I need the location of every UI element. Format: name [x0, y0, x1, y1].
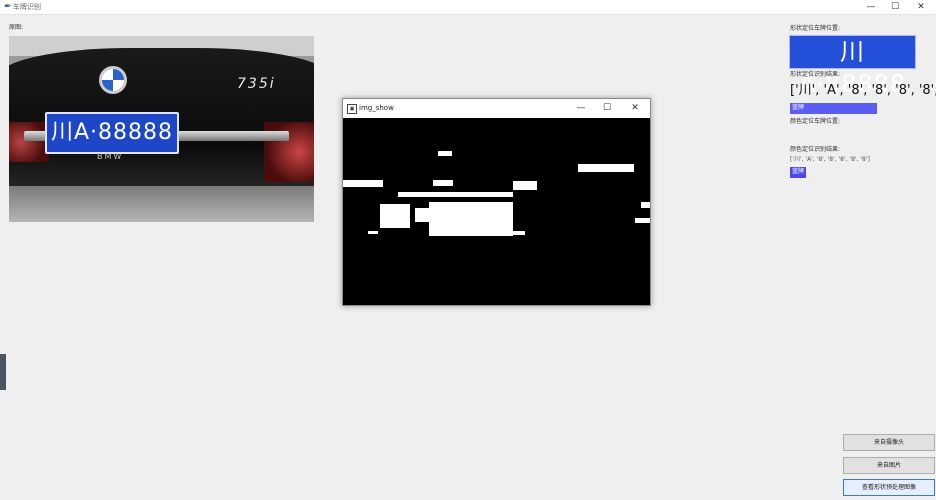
- window-title: 车牌识别: [13, 3, 41, 11]
- binary-preprocess-image: [343, 118, 650, 305]
- original-car-photo: 735i 川A·88888 BMW: [9, 36, 314, 222]
- from-image-button[interactable]: 来自图片: [843, 457, 935, 474]
- color-plate-color-badge: 蓝牌: [790, 167, 806, 178]
- img-show-window[interactable]: ▣ img_show — ☐ ✕: [342, 98, 651, 306]
- close-button[interactable]: ✕: [908, 0, 934, 14]
- img-show-title: img_show: [359, 104, 394, 112]
- brand-text: BMW: [97, 152, 124, 161]
- shape-located-plate-image: 川A·88888: [789, 35, 916, 98]
- shape-locate-label: 形状定位车牌位置:: [790, 25, 841, 32]
- shape-result-label: 形状定位识别结果:: [790, 71, 841, 78]
- bmw-logo-icon: [99, 66, 127, 94]
- minimize-button[interactable]: —: [858, 0, 884, 14]
- color-locate-label: 颜色定位车牌位置:: [790, 118, 841, 125]
- img-show-title-bar[interactable]: ▣ img_show — ☐ ✕: [343, 99, 650, 118]
- img-show-maximize-button[interactable]: ☐: [597, 102, 617, 114]
- color-result-text: ['川', 'A', '8', '8', '8', '8', '8']: [790, 156, 870, 163]
- shape-plate-color-badge: 蓝牌: [790, 103, 877, 114]
- img-show-minimize-button[interactable]: —: [571, 102, 591, 114]
- view-preprocess-button[interactable]: 查看形状预处理图像: [843, 479, 935, 496]
- color-result-label: 颜色定位识别结果:: [790, 146, 841, 153]
- maximize-button[interactable]: ☐: [882, 0, 908, 14]
- img-show-close-button[interactable]: ✕: [625, 102, 645, 114]
- car-license-plate: 川A·88888: [45, 112, 179, 154]
- window-app-icon: ▣: [347, 104, 357, 114]
- color-plate-color-label: 蓝牌: [792, 168, 805, 175]
- title-bar: ✒ 车牌识别 — ☐ ✕: [0, 0, 936, 15]
- open-camera-button[interactable]: 来自摄像头: [843, 434, 935, 451]
- original-image-label: 原图:: [9, 24, 24, 31]
- shape-result-text: ['川', 'A', '8', '8', '8', '8', '8']: [790, 83, 936, 98]
- feather-app-icon: ✒: [4, 2, 12, 12]
- model-badge: 735i: [237, 76, 276, 92]
- shape-plate-color-label: 蓝牌: [792, 104, 805, 111]
- side-dock-tab[interactable]: [0, 354, 6, 390]
